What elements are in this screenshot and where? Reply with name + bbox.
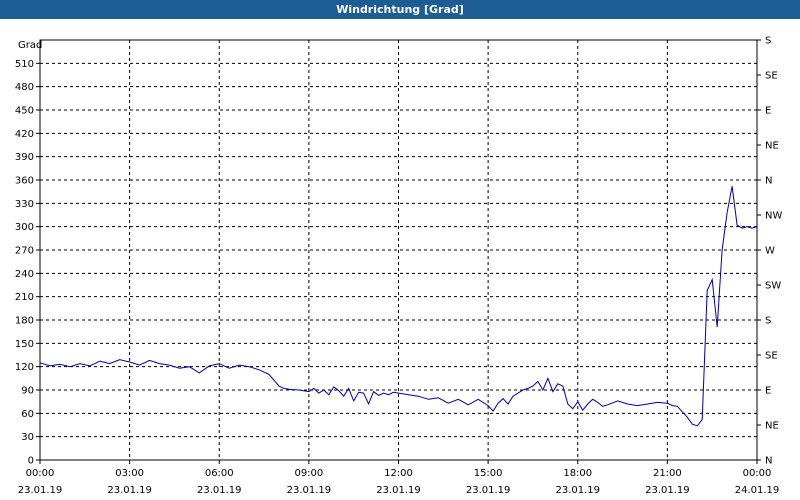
y-tick-label: 360 (15, 176, 34, 187)
y2-tick-label: NE (765, 141, 779, 152)
y-tick-label: 180 (15, 316, 34, 327)
y-tick-label: 390 (15, 152, 34, 163)
y2-tick-label: NE (765, 421, 779, 432)
x-tick-time: 15:00 (474, 468, 503, 479)
y-tick-label: 60 (21, 409, 34, 420)
x-tick-time: 21:00 (653, 468, 682, 479)
x-tick-date: 23.01.19 (645, 485, 690, 496)
y2-tick-label: E (765, 106, 771, 117)
x-tick-time: 12:00 (384, 468, 413, 479)
y2-tick-label: N (765, 456, 772, 467)
x-tick-time: 03:00 (115, 468, 144, 479)
y-tick-label: 450 (15, 106, 34, 117)
x-axis: 00:00 23.01.19 03:00 23.01.19 06:00 23.01.19 0… (18, 460, 780, 496)
y-tick-label: 210 (15, 292, 34, 303)
y-tick-label: 420 (15, 129, 34, 140)
x-tick-date: 23.01.19 (555, 485, 600, 496)
y-tick-label: 300 (15, 222, 34, 233)
x-tick-time: 09:00 (294, 468, 323, 479)
y-tick-label: 150 (15, 339, 34, 350)
y2-tick-label: W (765, 246, 775, 257)
y-tick-label: 90 (21, 386, 34, 397)
window-title: Windrichtung [Grad] (336, 3, 464, 16)
y-tick-label: 510 (15, 59, 34, 70)
y2-tick-label: NW (765, 211, 782, 222)
y-axis-left: 0 30 60 90 120 150 180 210 240 270 300 330 360 390 420… (15, 59, 40, 467)
x-tick-date: 23.01.19 (18, 485, 63, 496)
x-tick-date: 24.01.19 (735, 485, 780, 496)
y-tick-label: 270 (15, 246, 34, 257)
y2-tick-label: SE (765, 351, 778, 362)
x-tick-date: 23.01.19 (466, 485, 511, 496)
y-axis-right: N NE E SE S SW W NW N NE E SE S (757, 36, 782, 467)
y-tick-label: 240 (15, 269, 34, 280)
y-tick-label: 330 (15, 199, 34, 210)
wind-direction-chart: 0 30 60 90 120 150 180 210 240 270 300 330 360 390 420… (15, 36, 783, 497)
y-tick-label: 0 (28, 456, 34, 467)
y2-tick-label: SW (765, 281, 781, 292)
y-tick-label: 30 (21, 432, 34, 443)
y2-tick-label: E (765, 386, 771, 397)
y-tick-label: 120 (15, 362, 34, 373)
x-tick-date: 23.01.19 (376, 485, 421, 496)
y-tick-label: 480 (15, 82, 34, 93)
x-tick-time: 00:00 (743, 468, 772, 479)
y2-tick-label: S (765, 316, 771, 327)
x-tick-time: 18:00 (563, 468, 592, 479)
x-tick-time: 00:00 (26, 468, 55, 479)
y-axis-label: Grad (18, 40, 42, 51)
x-tick-date: 23.01.19 (197, 485, 242, 496)
window-title-bar: Windrichtung [Grad] (0, 0, 800, 19)
x-tick-date: 23.01.19 (287, 485, 332, 496)
y2-tick-label: S (765, 36, 771, 47)
y2-tick-label: N (765, 176, 772, 187)
x-tick-date: 23.01.19 (107, 485, 152, 496)
x-tick-time: 06:00 (205, 468, 234, 479)
y2-tick-label: SE (765, 71, 778, 82)
